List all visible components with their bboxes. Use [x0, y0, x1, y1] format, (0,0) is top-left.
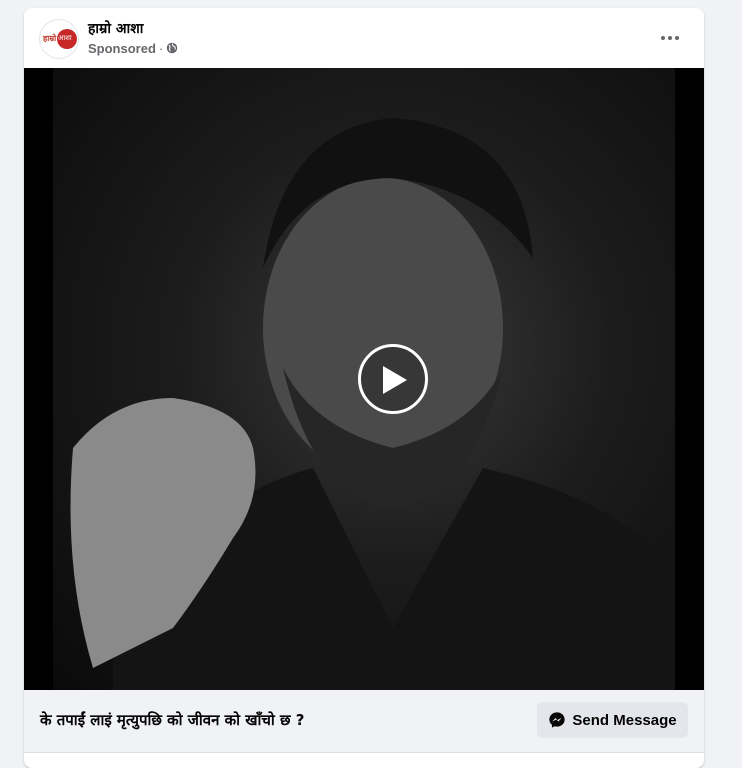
globe-icon[interactable] [166, 42, 178, 54]
logo-badge-text: आशा [58, 34, 72, 42]
page-name-link[interactable]: हाम्रो आशा [88, 19, 143, 38]
play-button[interactable] [358, 344, 428, 414]
more-dot [675, 36, 679, 40]
send-message-button[interactable]: Send Message [537, 702, 688, 738]
more-horizontal-icon [661, 36, 665, 40]
messenger-icon [549, 712, 566, 728]
more-dot [668, 36, 672, 40]
logo-badge: आशा [57, 29, 77, 49]
send-message-label: Send Message [572, 711, 677, 729]
sponsored-row: Sponsored · [88, 40, 178, 56]
video-player[interactable] [24, 68, 704, 690]
post-header: हाम्रो आशा हाम्रो आशा Sponsored · [24, 8, 704, 68]
video-frame [53, 68, 675, 690]
separator: · [158, 40, 164, 56]
page-avatar[interactable]: हाम्रो आशा [39, 19, 79, 59]
ad-caption[interactable]: के तपाईं लाइं मृत्युपछि को जीवन को खाँचो… [40, 710, 304, 730]
more-options-button[interactable] [652, 22, 688, 54]
post-footer: के तपाईं लाइं मृत्युपछि को जीवन को खाँचो… [24, 690, 704, 753]
sponsored-post-card: हाम्रो आशा हाम्रो आशा Sponsored · के तपा… [24, 8, 704, 768]
logo-text: हाम्रो [43, 34, 57, 43]
play-icon [383, 366, 407, 394]
sponsored-label[interactable]: Sponsored [88, 41, 156, 56]
